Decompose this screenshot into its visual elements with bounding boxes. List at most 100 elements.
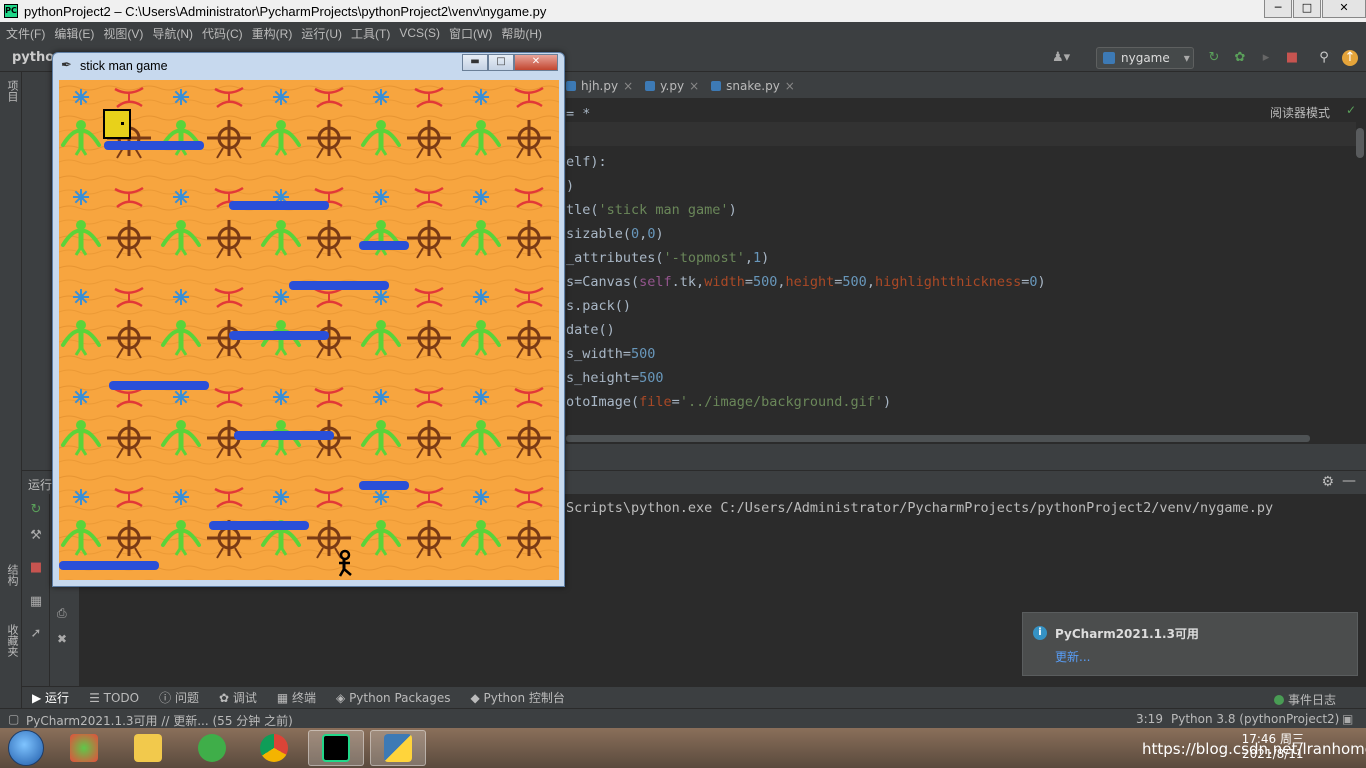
code-line[interactable]: s_height=500 — [566, 366, 1046, 390]
tab-hjh[interactable]: hjh.py × — [566, 79, 633, 93]
update-link[interactable]: 更新... — [1055, 648, 1090, 665]
menu-tools[interactable]: 工具(T) — [351, 25, 390, 42]
horizontal-scrollbar[interactable] — [566, 435, 1310, 442]
print-icon[interactable]: ⎙ — [57, 606, 67, 621]
game-maximize-button[interactable]: □ — [488, 54, 514, 71]
caret-position[interactable]: 3:19 — [1136, 712, 1163, 726]
left-tool-strip: 项目 结构 收藏夹 — [0, 72, 22, 708]
game-minimize-button[interactable]: ▬ — [462, 54, 488, 71]
tool-tab-debug[interactable]: ✿ 调试 — [219, 689, 257, 706]
status-window-icon[interactable]: ▢ — [8, 712, 19, 726]
menu-code[interactable]: 代码(C) — [202, 25, 243, 42]
info-icon: i — [1033, 626, 1047, 640]
close-tab-icon[interactable]: × — [785, 79, 795, 93]
gear-icon[interactable]: ⚙ — [1321, 474, 1334, 490]
rerun-icon[interactable]: ↻ — [1206, 50, 1222, 66]
game-canvas[interactable] — [59, 80, 559, 580]
app-icon — [70, 734, 98, 762]
hide-icon[interactable]: — — [1342, 473, 1356, 489]
interpreter-indicator[interactable]: Python 3.8 (pythonProject2) — [1171, 712, 1339, 726]
taskbar-pycharm[interactable] — [308, 730, 364, 766]
code-line[interactable]: = * — [566, 102, 1046, 126]
breadcrumb[interactable]: pytho — [12, 50, 54, 65]
lock-icon[interactable]: ▣ — [1342, 712, 1353, 726]
taskbar-app-1[interactable] — [56, 730, 112, 766]
close-button[interactable]: ✕ — [1322, 0, 1366, 18]
coverage-icon[interactable]: ▸ — [1258, 50, 1274, 66]
menu-edit[interactable]: 编辑(E) — [54, 25, 94, 42]
menu-file[interactable]: 文件(F) — [6, 25, 45, 42]
folder-icon — [134, 734, 162, 762]
close-tab-icon[interactable]: × — [623, 79, 633, 93]
tool-window-tabs: ▶ 运行 ☰ TODO ⓘ 问题 ✿ 调试 ▦ 终端 ◈ Python Pack… — [22, 686, 1366, 708]
taskbar-app-2[interactable] — [184, 730, 240, 766]
structure-tool-button[interactable]: 结构 — [4, 564, 20, 586]
account-icon[interactable]: ♟▾ — [1052, 50, 1070, 66]
platform — [229, 331, 329, 340]
pycharm-icon: PC — [4, 4, 18, 18]
favorites-tool-button[interactable]: 收藏夹 — [4, 624, 20, 657]
tool-tab-problems[interactable]: ⓘ 问题 — [159, 689, 199, 706]
taskbar-chrome[interactable] — [246, 730, 302, 766]
tool-tab-terminal[interactable]: ▦ 终端 — [277, 689, 316, 706]
tab-snake[interactable]: snake.py × — [711, 79, 795, 93]
maximize-button[interactable]: □ — [1293, 0, 1321, 18]
stop-icon[interactable]: ■ — [1284, 50, 1300, 66]
tool-tab-todo[interactable]: ☰ TODO — [89, 691, 139, 705]
tab-y[interactable]: y.py × — [645, 79, 699, 93]
taskbar-explorer[interactable] — [120, 730, 176, 766]
menu-help[interactable]: 帮助(H) — [501, 25, 542, 42]
vertical-scrollbar[interactable] — [1356, 128, 1364, 158]
code-line[interactable]: ) — [566, 174, 1046, 198]
menu-refactor[interactable]: 重构(R) — [252, 25, 293, 42]
menu-run[interactable]: 运行(U) — [301, 25, 342, 42]
run-side-toolbar: ↻ ⚒ ■ ▦ ➚ — [22, 494, 50, 686]
pin-icon[interactable]: ➚ — [28, 626, 44, 642]
menu-navigate[interactable]: 导航(N) — [152, 25, 193, 42]
status-message[interactable]: PyCharm2021.1.3可用 // 更新... (55 分钟 之前) — [26, 712, 293, 729]
code-line[interactable]: date() — [566, 318, 1046, 342]
tool-tab-console[interactable]: ◆ Python 控制台 — [470, 689, 564, 706]
code-line[interactable]: _attributes('-topmost',1) — [566, 246, 1046, 270]
layout-icon[interactable]: ▦ — [28, 594, 44, 610]
game-window: ✒ stick man game ▬ □ ✕ — [52, 52, 565, 587]
close-tab-icon[interactable]: × — [689, 79, 699, 93]
reader-mode-button[interactable]: 阅读器模式 — [1270, 104, 1330, 121]
trash-icon[interactable]: ✖ — [57, 632, 67, 646]
code-line[interactable] — [566, 126, 1046, 150]
code-lines[interactable]: = * elf):) tle('stick man game') sizable(0… — [566, 102, 1046, 414]
run-config-select[interactable]: nygame ▾ — [1096, 47, 1194, 69]
menu-window[interactable]: 窗口(W) — [449, 25, 492, 42]
stop-icon[interactable]: ■ — [28, 560, 44, 576]
taskbar-python[interactable] — [370, 730, 426, 766]
code-line[interactable]: tle('stick man game') — [566, 198, 1046, 222]
door — [103, 109, 131, 139]
platform — [289, 281, 389, 290]
menu-vcs[interactable]: VCS(S) — [399, 26, 440, 40]
minimize-button[interactable]: ─ — [1264, 0, 1292, 18]
chrome-icon — [260, 734, 288, 762]
update-icon[interactable]: ↑ — [1342, 50, 1358, 66]
game-canvas-svg[interactable] — [59, 80, 559, 580]
tool-tab-run[interactable]: ▶ 运行 — [32, 689, 69, 706]
platform — [229, 201, 329, 210]
code-line[interactable]: elf): — [566, 150, 1046, 174]
code-line[interactable]: otoImage(file='../image/background.gif') — [566, 390, 1046, 414]
code-line[interactable]: s_width=500 — [566, 342, 1046, 366]
debug-icon[interactable]: ✿ — [1232, 50, 1248, 66]
code-line[interactable]: s.pack() — [566, 294, 1046, 318]
code-editor[interactable]: = * elf):) tle('stick man game') sizable(0… — [566, 98, 1366, 444]
event-log-button[interactable]: 事件日志 — [1273, 691, 1336, 708]
search-icon[interactable]: ⚲ — [1316, 50, 1332, 66]
python-icon — [384, 734, 412, 762]
start-button[interactable] — [8, 730, 44, 766]
code-line[interactable]: sizable(0,0) — [566, 222, 1046, 246]
system-clock[interactable]: 17:46 周三 2021/8/11 — [1242, 732, 1304, 762]
tool-tab-packages[interactable]: ◈ Python Packages — [336, 691, 450, 705]
project-tool-button[interactable]: 项目 — [4, 80, 20, 102]
rerun-icon[interactable]: ↻ — [28, 502, 44, 518]
wrench-icon[interactable]: ⚒ — [28, 528, 44, 544]
menu-view[interactable]: 视图(V) — [103, 25, 143, 42]
game-close-button[interactable]: ✕ — [514, 54, 558, 71]
code-line[interactable]: s=Canvas(self.tk,width=500,height=500,hi… — [566, 270, 1046, 294]
